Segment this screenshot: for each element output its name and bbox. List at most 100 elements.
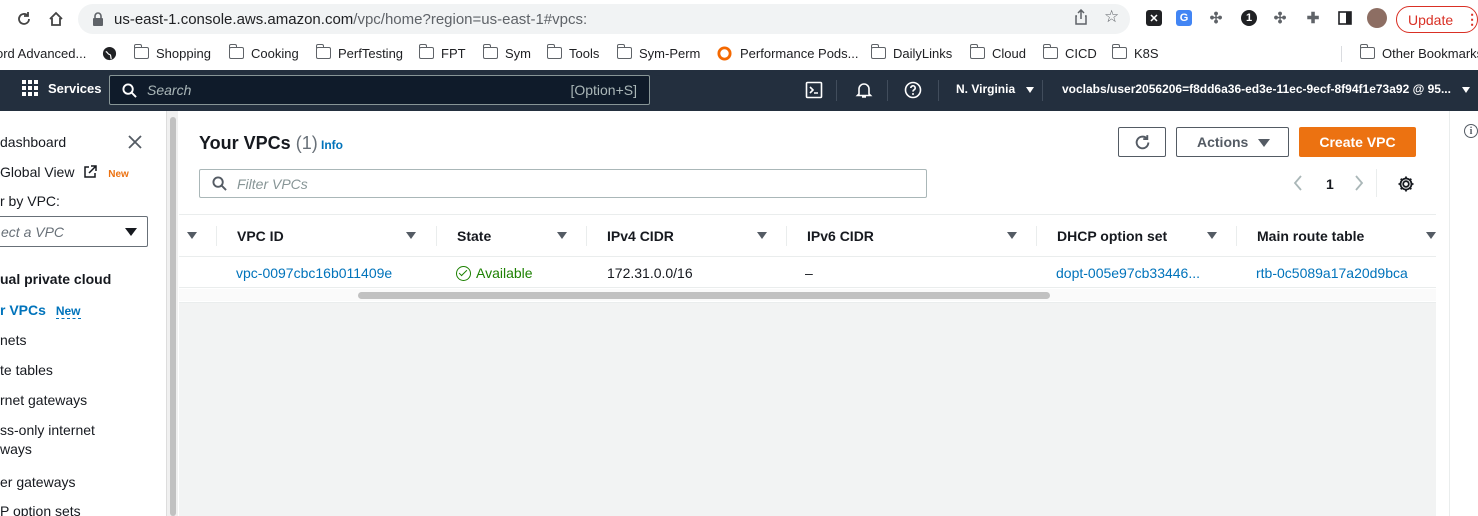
sort-icon[interactable] <box>406 232 416 239</box>
column-header-ipv4-cidr[interactable]: IPv4 CIDR <box>607 215 674 256</box>
column-header-dhcp-option-set[interactable]: DHCP option set <box>1057 215 1167 256</box>
notifications-bell-icon[interactable] <box>855 81 873 99</box>
create-vpc-button[interactable]: Create VPC <box>1299 127 1416 157</box>
update-button[interactable]: Update ⋮ <box>1396 6 1478 33</box>
bookmark-item[interactable]: ord Advanced... <box>0 44 86 62</box>
cloudshell-icon[interactable] <box>805 81 823 99</box>
sort-icon[interactable] <box>187 232 197 239</box>
scrollbar-thumb[interactable] <box>170 117 176 516</box>
bookmark-folder[interactable]: Sym <box>482 44 531 62</box>
sidebar-item-dashboard[interactable]: dashboard <box>0 134 66 150</box>
page-number[interactable]: 1 <box>1326 176 1334 192</box>
close-icon[interactable] <box>128 135 142 152</box>
folder-icon <box>315 44 331 59</box>
column-header-state[interactable]: State <box>457 215 491 256</box>
services-menu-button[interactable]: Services <box>22 80 102 96</box>
sort-icon[interactable] <box>1007 232 1017 239</box>
scrollbar-thumb[interactable] <box>358 292 1050 299</box>
bookmark-folder[interactable]: Cloud <box>969 44 1026 62</box>
translate-icon[interactable]: G <box>1176 10 1192 26</box>
bookmark-folder[interactable]: CICD <box>1042 44 1097 62</box>
route-table-link[interactable]: rtb-0c5089a17a20d9bca <box>1256 265 1408 281</box>
other-bookmarks-folder[interactable]: Other Bookmarks <box>1359 44 1478 62</box>
sidebar-item-route-tables[interactable]: te tables <box>0 362 53 378</box>
sort-icon[interactable] <box>1426 232 1436 239</box>
pinwheel-icon[interactable]: ✣ <box>1208 10 1224 27</box>
table-row[interactable]: vpc-0097cbc16b011409e Available 172.31.0… <box>179 257 1436 288</box>
address-bar[interactable]: us-east-1.console.aws.amazon.com/vpc/hom… <box>78 4 1130 34</box>
sidebar-item-your-vpcs[interactable]: r VPCs New <box>0 302 81 319</box>
bookmark-folder[interactable]: Sym-Perm <box>616 44 700 62</box>
vpc-sidebar: dashboard Global View New r by VPC: ect … <box>0 111 166 516</box>
info-link[interactable]: Info <box>321 138 343 152</box>
actions-label: Actions <box>1197 134 1249 150</box>
sort-icon[interactable] <box>1207 232 1217 239</box>
sidebar-item-egress-gateways[interactable]: ss-only internet ways <box>0 422 95 457</box>
bookmark-folder[interactable]: FPT <box>418 44 466 62</box>
refresh-button[interactable] <box>1118 127 1166 157</box>
main-vertical-scrollbar[interactable] <box>1436 111 1450 516</box>
sort-icon[interactable] <box>757 232 767 239</box>
account-menu[interactable]: voclabs/user2056206=f8dd6a36-ed3e-11ec-9… <box>1062 82 1471 96</box>
extension-one-icon[interactable]: 1 <box>1241 10 1257 26</box>
dhcp-option-set-link[interactable]: dopt-005e97cb33446... <box>1056 265 1200 281</box>
next-page-icon[interactable] <box>1354 175 1364 194</box>
sidebar-item-internet-gateways[interactable]: rnet gateways <box>0 392 87 408</box>
table-horizontal-scrollbar[interactable] <box>179 289 1436 301</box>
settings-gear-icon[interactable] <box>1397 175 1415 196</box>
share-icon[interactable] <box>1074 8 1088 29</box>
home-icon[interactable] <box>46 9 66 29</box>
bookmark-folder[interactable]: Cooking <box>228 44 299 62</box>
bookmark-folder[interactable]: DailyLinks <box>870 44 952 62</box>
main-content: Your VPCs (1) Info Actions Create VPC 1 <box>179 111 1436 516</box>
bookmark-label: Cloud <box>992 45 1026 61</box>
sidebar-item-label: r VPCs <box>0 302 46 318</box>
sidebar-item-dhcp-option-sets[interactable]: P option sets <box>0 503 81 516</box>
bookmark-folder[interactable]: Shopping <box>133 44 211 62</box>
bookmark-star-icon[interactable]: ☆ <box>1104 7 1119 27</box>
help-icon[interactable] <box>904 81 922 99</box>
sidebar-scrollbar[interactable] <box>166 111 178 516</box>
reload-icon[interactable] <box>14 9 34 29</box>
bookmark-label: Performance Pods... <box>740 45 859 61</box>
vpc-filter-select[interactable]: ect a VPC <box>0 216 148 247</box>
sidebar-item-label: ss-only internet <box>0 422 95 438</box>
url-path: /vpc/home?region=us-east-1#vpcs: <box>353 10 588 28</box>
column-header-ipv6-cidr[interactable]: IPv6 CIDR <box>807 215 874 256</box>
select-placeholder: ect a VPC <box>1 223 65 240</box>
folder-icon <box>418 44 434 59</box>
status-badge: Available <box>476 265 533 281</box>
bookmark-label: Sym <box>505 45 531 61</box>
pinwheel-icon[interactable]: ✣ <box>1272 10 1288 27</box>
previous-page-icon[interactable] <box>1293 175 1303 194</box>
update-label: Update <box>1408 11 1454 28</box>
extension-x-icon[interactable]: ✕ <box>1146 10 1162 26</box>
column-header-vpc-id[interactable]: VPC ID <box>237 215 284 256</box>
actions-dropdown-button[interactable]: Actions <box>1176 127 1289 157</box>
region-selector[interactable]: N. Virginia <box>956 82 1035 96</box>
folder-icon <box>870 44 886 59</box>
vpc-id-link[interactable]: vpc-0097cbc16b011409e <box>236 265 392 281</box>
avatar[interactable] <box>1367 8 1387 28</box>
puzzle-icon[interactable]: ✚ <box>1305 10 1321 27</box>
bookmark-folder[interactable]: PerfTesting <box>315 44 403 62</box>
console-search[interactable]: [Option+S] <box>109 75 650 105</box>
sidebar-item-global-view[interactable]: Global View New <box>0 164 129 182</box>
search-input[interactable] <box>147 82 547 98</box>
search-icon <box>122 82 137 98</box>
globe-icon[interactable] <box>102 44 117 62</box>
filter-input[interactable] <box>237 175 837 192</box>
info-panel-icon[interactable]: i <box>1464 124 1478 138</box>
column-header-main-route-table[interactable]: Main route table <box>1257 215 1364 256</box>
folder-icon <box>1359 44 1375 59</box>
more-menu-icon[interactable]: ⋮ <box>1465 11 1478 28</box>
filter-vpcs[interactable] <box>199 169 927 198</box>
folder-icon <box>969 44 985 59</box>
sort-icon[interactable] <box>557 232 567 239</box>
sidebar-item-subnets[interactable]: nets <box>0 332 26 348</box>
bookmark-folder[interactable]: Tools <box>546 44 599 62</box>
sidebar-item-carrier-gateways[interactable]: er gateways <box>0 474 75 490</box>
bookmark-folder[interactable]: K8S <box>1111 44 1159 62</box>
bookmark-item[interactable]: Performance Pods... <box>717 44 859 62</box>
side-panel-icon[interactable] <box>1337 10 1353 26</box>
